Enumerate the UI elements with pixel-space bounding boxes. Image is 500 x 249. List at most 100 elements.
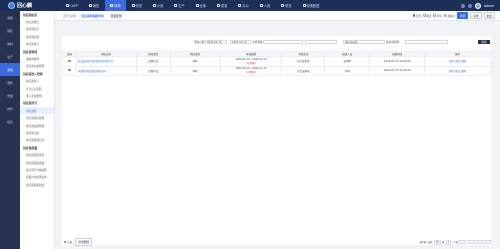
radio-pass[interactable]: 通过 (423, 14, 431, 18)
nav-item[interactable]: 销售 (83, 0, 104, 11)
settings-icon[interactable] (468, 3, 472, 8)
table-row[interactable]: 天锐星科技发展有限公司 定期产品 材料 2024-05-15—2024-12-31 (已… (62, 65, 491, 76)
tab-home[interactable]: 首页(左侧) (63, 14, 76, 18)
submenu-group[interactable]: 供应商信息 (20, 11, 54, 18)
submenu-group[interactable]: 供应商评分 (20, 100, 54, 107)
submenu-item[interactable]: 供应商质量档案 (20, 181, 54, 188)
bell-icon[interactable] (461, 3, 465, 8)
tab-current[interactable]: 供应商周期检查单 (81, 14, 103, 18)
submenu-item[interactable]: 采购单处理 (20, 55, 54, 62)
approve-button[interactable]: 审批 (470, 11, 482, 20)
nav-item[interactable]: 仓库 (190, 0, 211, 11)
nav-item[interactable]: 生产 (169, 0, 190, 11)
supplier-name-cell[interactable]: 武汉云科商业智能技术有限公司 (75, 56, 137, 67)
nav-item[interactable]: 质量 (212, 0, 233, 11)
row-select[interactable] (62, 56, 77, 67)
next-page-button[interactable] (475, 239, 483, 245)
submenu-item[interactable]: 供应商绩效管理 (20, 122, 54, 129)
submenu-item[interactable]: 质量异常处理表单 (20, 174, 54, 181)
nav-item[interactable]: 人资 (254, 0, 275, 11)
submenu-item[interactable]: 供应商分类 (20, 33, 54, 40)
module-rail: 系统 销售 物料 生产 采购 质检 仓储 财务 报表 (0, 11, 20, 249)
user-name[interactable]: admin (484, 4, 494, 8)
nav-item[interactable]: 计划 (147, 0, 168, 11)
nav-item[interactable]: 制造数据 (297, 0, 325, 11)
last-page-button[interactable] (484, 239, 491, 245)
rail-item[interactable]: 销售 (0, 24, 20, 37)
per-page-select[interactable]: 10 (433, 239, 441, 245)
submenu-group[interactable]: 供应商管理 (20, 48, 54, 55)
batch-delete-button[interactable]: 批量删除 (75, 238, 93, 246)
nav-item[interactable]: 采购 (104, 0, 127, 11)
row-checkbox[interactable] (68, 59, 71, 62)
submenu-item[interactable]: 供应商价格管理 (20, 63, 54, 70)
filter-select[interactable]: 筛选条件 (108, 12, 124, 19)
rail-item[interactable]: 采购 (0, 63, 20, 76)
batch-button[interactable]: 批量 (483, 11, 495, 20)
date-label: 评估日期 (194, 41, 205, 44)
select-all-checkbox[interactable] (64, 240, 67, 244)
nav-label: 财务 (285, 4, 292, 8)
radio-all[interactable]: 全部 (412, 14, 421, 18)
radio-pending[interactable]: 待审 (433, 13, 442, 18)
submenu-item[interactable]: 供应商评级记录 (20, 137, 54, 144)
submenu-item[interactable]: 供应商不合格处理 (20, 166, 54, 173)
date-from-input[interactable]: 2024-05-15 (205, 39, 227, 45)
prev-page-button[interactable] (467, 239, 475, 245)
submenu-group[interactable]: 供应商质量 (20, 144, 54, 151)
submenu-item[interactable]: 今日认证流程 (20, 85, 54, 92)
supplier-name-cell[interactable]: 天锐星科技发展有限公司 (75, 65, 137, 76)
rail-item[interactable]: 生产 (0, 50, 20, 63)
first-page-button[interactable] (459, 239, 467, 245)
row-checkbox[interactable] (68, 69, 71, 72)
rail-item[interactable]: 报表 (0, 115, 20, 128)
avatar[interactable] (475, 2, 481, 9)
submenu-item[interactable]: 供应商质量评估 (20, 151, 54, 158)
tab-tools: 全部 通过 待审 未通过 新增 审批 批量 (412, 11, 500, 20)
select-all-label: 全选 (67, 241, 73, 244)
submenu-item[interactable]: 供应商准入 (20, 78, 54, 85)
add-button[interactable]: 新增 (456, 11, 469, 20)
nav-item[interactable]: 办公 (233, 0, 254, 11)
radio-label: 未通过 (446, 13, 455, 18)
rail-item[interactable]: 仓储 (0, 89, 20, 102)
status-select[interactable] (305, 39, 337, 45)
submenu-item[interactable]: 供应商信息 (20, 26, 54, 33)
submenu-item[interactable]: 评估流程 (20, 107, 54, 115)
detail-link[interactable]: 详情 (449, 70, 454, 73)
radio-failed[interactable]: 未通过 (443, 13, 455, 18)
supplier-input[interactable]: 供应商名称 (343, 39, 385, 45)
submenu-item[interactable]: 供应商评分 (20, 41, 54, 48)
period-cell: 2024-05-15—2024-12-31 (已到期) (219, 56, 283, 67)
logo-text: 回心麟 (17, 3, 33, 9)
period-select[interactable] (263, 39, 303, 45)
nav-item[interactable]: 研发 (126, 0, 147, 11)
submenu-item[interactable]: 供应商分级 (20, 129, 54, 136)
delete-link[interactable]: 删除 (461, 60, 466, 63)
rail-item[interactable]: 物料 (0, 37, 20, 50)
app-logo[interactable]: 回心麟 (0, 0, 60, 11)
rail-item[interactable]: 质检 (0, 76, 20, 89)
submenu-item[interactable]: 供应商评估处理 (20, 114, 54, 121)
rail-item[interactable]: 财务 (0, 102, 20, 115)
submenu-group[interactable]: 供应商准入管理 (20, 70, 54, 77)
submenu-item[interactable]: 供应商质量改进 (20, 159, 54, 166)
table-row[interactable]: 武汉云科商业智能技术有限公司 定期产品 材料 2024-05-15—2024-12-3… (62, 56, 491, 67)
nav-item[interactable]: CAPP (60, 0, 83, 11)
submenu-item[interactable]: 供应商评估 (20, 18, 54, 25)
delete-link[interactable]: 删除 (461, 70, 466, 73)
nav-item[interactable]: 财务 (276, 0, 297, 11)
page-input[interactable]: 1 (445, 239, 452, 245)
rail-item[interactable]: 系统 (0, 11, 20, 24)
radio-label: 待审 (436, 13, 442, 18)
row-select[interactable] (62, 65, 77, 76)
nav-label: 人资 (263, 4, 271, 8)
time-cell: 2024-05-15 10:29:40 (369, 56, 426, 67)
search-button[interactable]: 搜索 (478, 39, 490, 45)
edit-link[interactable]: 修改 (455, 70, 460, 73)
submenu-item[interactable]: 准入评估检测 (20, 92, 54, 99)
edit-link[interactable]: 修改 (455, 60, 460, 63)
supplier-name-input[interactable] (405, 39, 448, 45)
date-to-input[interactable]: 2025-05-14 (230, 39, 251, 45)
detail-link[interactable]: 详情 (449, 60, 454, 63)
